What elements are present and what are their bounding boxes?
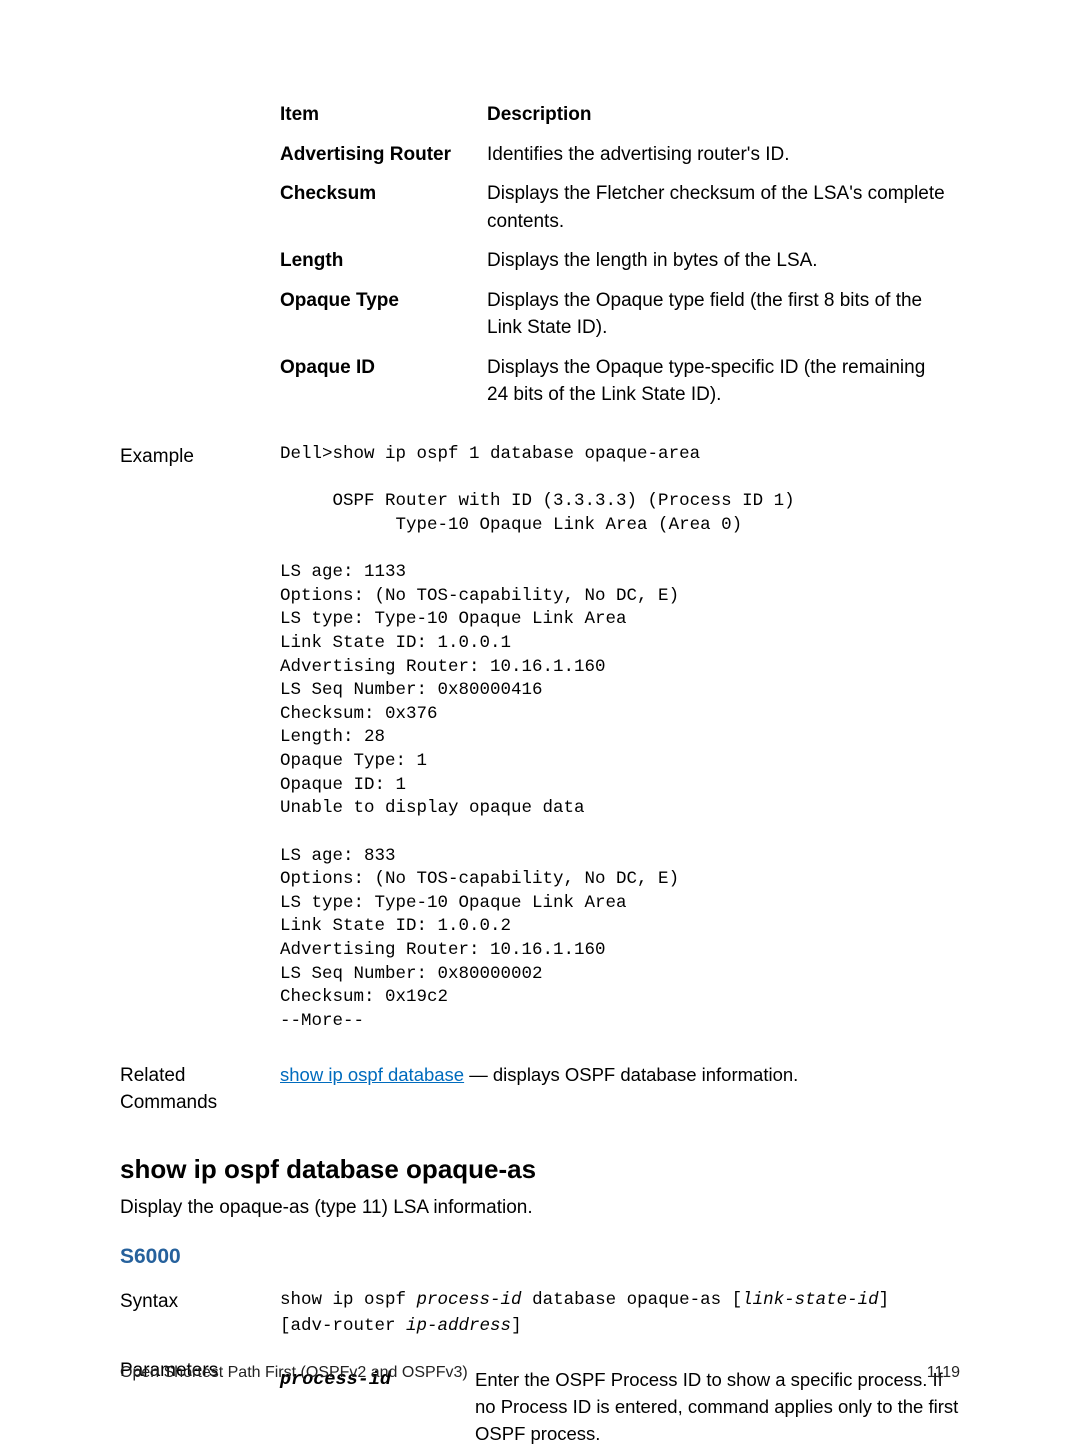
related-desc: — displays OSPF database information.	[464, 1064, 798, 1085]
syntax-text: database opaque-as [	[522, 1290, 743, 1310]
table-row: Opaque Type Displays the Opaque type fie…	[280, 281, 960, 348]
item-label: Opaque Type	[280, 281, 487, 348]
related-link-show-ip-ospf-database[interactable]: show ip ospf database	[280, 1064, 464, 1085]
table-row: Advertising Router Identifies the advert…	[280, 135, 960, 175]
table-row: Opaque ID Displays the Opaque type-speci…	[280, 348, 960, 415]
field-table: Item Description Advertising Router Iden…	[280, 95, 960, 415]
col-header-desc: Description	[487, 95, 960, 135]
item-desc: Displays the Fletcher checksum of the LS…	[487, 174, 960, 241]
item-label: Opaque ID	[280, 348, 487, 415]
syntax-label: Syntax	[120, 1288, 280, 1316]
related-label: Related Commands	[120, 1062, 280, 1117]
table-row: Checksum Displays the Fletcher checksum …	[280, 174, 960, 241]
item-desc: Displays the length in bytes of the LSA.	[487, 241, 960, 281]
related-commands-section: Related Commands show ip ospf database —…	[120, 1062, 960, 1117]
syntax-text: show ip ospf	[280, 1290, 417, 1310]
model-label: S6000	[120, 1242, 960, 1272]
item-desc: Displays the Opaque type field (the firs…	[487, 281, 960, 348]
item-label: Advertising Router	[280, 135, 487, 175]
example-terminal-output: Dell>show ip ospf 1 database opaque-area…	[280, 443, 960, 1034]
table-row: Length Displays the length in bytes of t…	[280, 241, 960, 281]
command-description: Display the opaque-as (type 11) LSA info…	[120, 1194, 960, 1222]
syntax-code: show ip ospf process-id database opaque-…	[280, 1288, 960, 1339]
syntax-arg-link-state-id: link-state-id	[742, 1290, 879, 1310]
item-label: Checksum	[280, 174, 487, 241]
example-label: Example	[120, 443, 280, 471]
syntax-text: ]	[511, 1316, 522, 1336]
syntax-arg-ip-address: ip-address	[406, 1316, 511, 1336]
page-footer: Open Shortest Path First (OSPFv2 and OSP…	[120, 1361, 960, 1384]
example-section: Example Dell>show ip ospf 1 database opa…	[120, 443, 960, 1034]
syntax-arg-process-id: process-id	[417, 1290, 522, 1310]
item-label: Length	[280, 241, 487, 281]
item-desc: Displays the Opaque type-specific ID (th…	[487, 348, 960, 415]
col-header-item: Item	[280, 95, 487, 135]
item-desc: Identifies the advertising router's ID.	[487, 135, 960, 175]
syntax-text: ]	[879, 1290, 890, 1310]
command-heading: show ip ospf database opaque-as	[120, 1151, 960, 1189]
syntax-text: [adv-router	[280, 1316, 406, 1336]
syntax-section: Syntax show ip ospf process-id database …	[120, 1288, 960, 1339]
footer-title: Open Shortest Path First (OSPFv2 and OSP…	[120, 1361, 468, 1384]
page-number: 1119	[927, 1361, 960, 1384]
field-table-container: Item Description Advertising Router Iden…	[280, 95, 960, 415]
